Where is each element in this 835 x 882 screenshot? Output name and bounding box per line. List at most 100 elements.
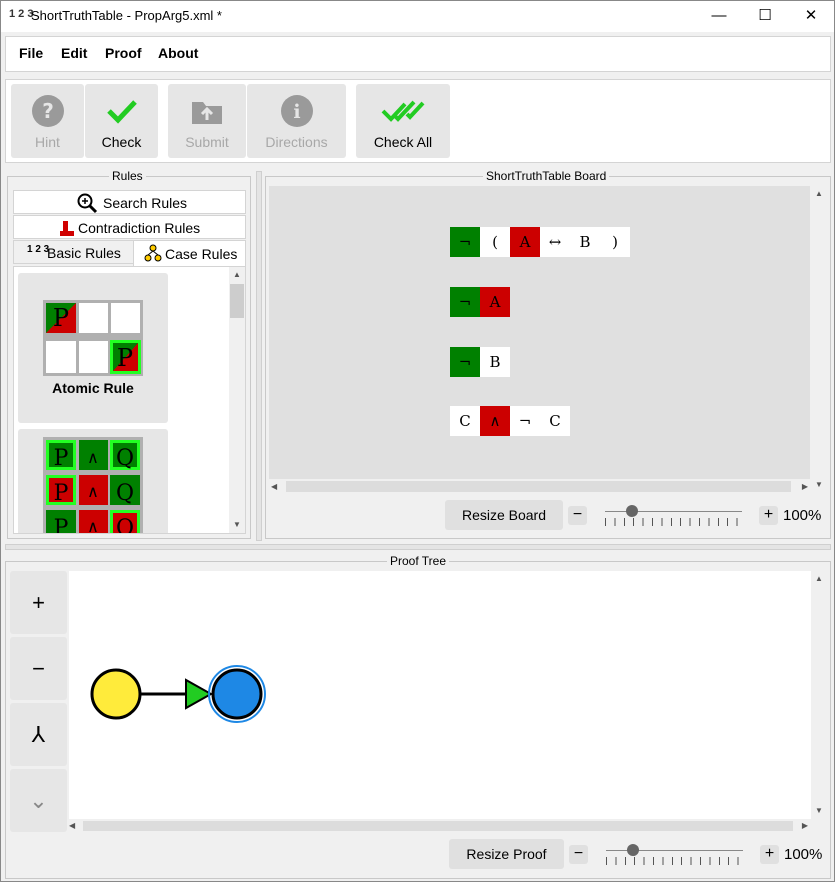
proof-root-node[interactable] xyxy=(90,668,142,720)
board-cell[interactable]: ¬ xyxy=(450,227,480,257)
scroll-up-arrow-icon[interactable]: ▲ xyxy=(811,571,827,587)
proof-vertical-scrollbar[interactable]: ▲ ▼ xyxy=(811,571,827,819)
title-bar: 1 2 3 ShortTruthTable - PropArg5.xml * —… xyxy=(1,1,834,32)
rules-panel-title: Rules xyxy=(109,169,146,183)
app-icon: 1 2 3 xyxy=(9,8,34,20)
board-cell[interactable]: C xyxy=(450,406,480,436)
proof-zoom-value: 100% xyxy=(784,846,823,863)
window-title: ShortTruthTable - PropArg5.xml * xyxy=(31,8,222,23)
check-all-button[interactable]: Check All xyxy=(356,84,450,158)
atomic-rule-label: Atomic Rule xyxy=(52,380,134,396)
rules-scroll-thumb[interactable] xyxy=(230,284,244,318)
board-cell[interactable]: C xyxy=(540,406,570,436)
app-window: 1 2 3 ShortTruthTable - PropArg5.xml * —… xyxy=(0,0,835,882)
scroll-down-arrow-icon[interactable]: ▼ xyxy=(811,803,827,819)
atomic-p-bottom: P xyxy=(117,344,133,372)
board-cell[interactable]: ( xyxy=(480,227,510,257)
menu-edit[interactable]: Edit xyxy=(61,45,87,61)
question-icon: ? xyxy=(31,95,64,127)
upload-folder-icon xyxy=(192,102,222,124)
scroll-left-arrow-icon[interactable]: ◀ xyxy=(69,819,75,833)
board-cell[interactable]: B xyxy=(480,347,510,377)
scroll-left-arrow-icon[interactable]: ◀ xyxy=(271,479,277,494)
minimize-button[interactable]: — xyxy=(696,1,742,32)
directions-button[interactable]: i Directions xyxy=(247,84,346,158)
case-rules-icon xyxy=(144,244,162,262)
toolbar: ? Hint Check Submit i Directions Check A… xyxy=(5,79,831,163)
info-icon: i xyxy=(280,95,313,127)
svg-text:∧: ∧ xyxy=(87,448,99,467)
tab-contradiction-rules[interactable]: Contradiction Rules xyxy=(13,215,246,239)
proof-tree-canvas[interactable] xyxy=(69,571,811,819)
board-horizontal-scrollbar[interactable]: ◀ ▶ xyxy=(269,479,811,494)
board-cell[interactable]: ↔ xyxy=(540,227,570,257)
scroll-up-arrow-icon[interactable]: ▲ xyxy=(811,186,827,202)
proof-selected-node[interactable] xyxy=(211,668,263,720)
board-zoom-in-button[interactable]: + xyxy=(759,506,778,525)
menu-file[interactable]: File xyxy=(19,45,43,61)
board-cell[interactable]: ¬ xyxy=(450,287,480,317)
svg-text:P: P xyxy=(54,446,69,471)
hint-button[interactable]: ? Hint xyxy=(11,84,84,158)
vertical-splitter[interactable] xyxy=(256,171,262,541)
board-cell[interactable]: ¬ xyxy=(450,347,480,377)
proof-hscroll-thumb[interactable] xyxy=(83,821,793,831)
and-rule-thumbnail: P ∧ Q P ∧ Q P ∧ Q xyxy=(43,437,143,534)
board-cell[interactable]: A xyxy=(480,287,510,317)
collapse-button[interactable]: ⌄ xyxy=(10,769,67,832)
checkmark-icon xyxy=(106,100,137,124)
board-cell[interactable]: ∧ xyxy=(480,406,510,436)
proof-tree-title: Proof Tree xyxy=(387,554,450,568)
submit-button[interactable]: Submit xyxy=(168,84,246,158)
svg-text:∧: ∧ xyxy=(87,482,99,501)
zoom-in-button[interactable]: + xyxy=(10,571,67,634)
tab-search-rules[interactable]: Search Rules xyxy=(13,190,246,214)
double-checkmark-icon xyxy=(381,100,425,122)
contradiction-icon xyxy=(60,221,74,236)
scroll-down-arrow-icon[interactable]: ▼ xyxy=(229,517,245,533)
resize-proof-button[interactable]: Resize Proof xyxy=(449,839,564,869)
board-zoom-value: 100% xyxy=(783,507,822,524)
board-cell[interactable]: B xyxy=(570,227,600,257)
scroll-down-arrow-icon[interactable]: ▼ xyxy=(811,477,827,493)
zoom-out-button[interactable]: − xyxy=(10,637,67,700)
proof-arrow xyxy=(185,678,214,710)
tab-basic-rules[interactable]: 1 2 3 Basic Rules xyxy=(13,240,134,264)
tab-case-rules[interactable]: Case Rules xyxy=(133,240,246,266)
basic-rules-icon: 1 2 3 xyxy=(27,244,50,255)
check-button[interactable]: Check xyxy=(85,84,158,158)
rules-list: P P Atomic Rule P ∧ Q P ∧ Q P ∧ Q ▲ ▼ xyxy=(13,266,246,534)
menu-about[interactable]: About xyxy=(158,45,198,61)
horizontal-splitter[interactable] xyxy=(5,544,831,550)
board-cell[interactable]: A xyxy=(510,227,540,257)
svg-text:P: P xyxy=(54,516,69,534)
maximize-button[interactable]: ☐ xyxy=(742,1,788,32)
atomic-p-top: P xyxy=(53,304,69,332)
proof-zoom-in-button[interactable]: + xyxy=(760,845,779,864)
menu-proof[interactable]: Proof xyxy=(105,45,142,61)
svg-text:Q: Q xyxy=(116,516,134,534)
svg-text:P: P xyxy=(54,481,69,506)
rules-scrollbar[interactable]: ▲ ▼ xyxy=(229,267,245,533)
scroll-right-arrow-icon[interactable]: ▶ xyxy=(802,479,808,494)
board-panel-title: ShortTruthTable Board xyxy=(483,169,610,183)
scroll-up-arrow-icon[interactable]: ▲ xyxy=(229,267,245,283)
atomic-rule-card[interactable]: P P Atomic Rule xyxy=(18,273,168,423)
board-zoom-out-button[interactable]: − xyxy=(568,506,587,525)
board-cell[interactable]: ) xyxy=(600,227,630,257)
resize-board-button[interactable]: Resize Board xyxy=(445,500,563,530)
close-button[interactable]: ✕ xyxy=(788,1,834,32)
menu-bar: File Edit Proof About xyxy=(5,36,831,72)
merge-button[interactable]: ⅄ xyxy=(10,703,67,766)
and-rule-card[interactable]: P ∧ Q P ∧ Q P ∧ Q xyxy=(18,429,168,534)
proof-horizontal-scrollbar[interactable]: ◀ ▶ xyxy=(67,819,811,833)
board-vertical-scrollbar[interactable]: ▲ ▼ xyxy=(811,186,827,493)
board-hscroll-thumb[interactable] xyxy=(286,481,791,492)
proof-zoom-out-button[interactable]: − xyxy=(569,845,588,864)
board-cell[interactable]: ¬ xyxy=(510,406,540,436)
atomic-rule-thumbnail: P P xyxy=(43,300,143,376)
board-canvas[interactable]: ¬ ( A ↔ B ) ¬ A ¬ B C ∧ ¬ C xyxy=(269,186,810,493)
scroll-right-arrow-icon[interactable]: ▶ xyxy=(802,819,808,833)
svg-text:i: i xyxy=(293,101,300,123)
svg-text:Q: Q xyxy=(116,481,134,506)
